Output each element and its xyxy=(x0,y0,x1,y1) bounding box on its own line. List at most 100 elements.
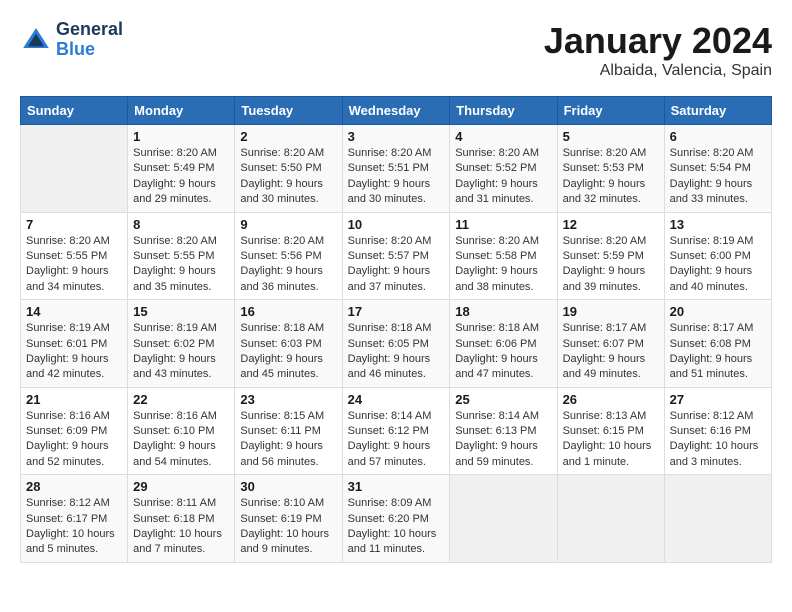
day-number: 12 xyxy=(563,217,659,232)
calendar-cell: 5 Sunrise: 8:20 AMSunset: 5:53 PMDaylight… xyxy=(557,125,664,213)
day-info: Sunrise: 8:20 AMSunset: 5:53 PMDaylight:… xyxy=(563,146,659,208)
day-info: Sunrise: 8:19 AMSunset: 6:00 PMDaylight:… xyxy=(670,234,766,296)
calendar-cell: 12 Sunrise: 8:20 AMSunset: 5:59 PMDayligh… xyxy=(557,212,664,300)
day-info: Sunrise: 8:16 AMSunset: 6:09 PMDaylight:… xyxy=(26,409,122,471)
day-number: 31 xyxy=(348,479,445,494)
calendar-cell xyxy=(557,475,664,563)
day-number: 28 xyxy=(26,479,122,494)
day-number: 10 xyxy=(348,217,445,232)
calendar-cell: 17 Sunrise: 8:18 AMSunset: 6:05 PMDayligh… xyxy=(342,300,450,388)
calendar-cell xyxy=(664,475,771,563)
day-number: 15 xyxy=(133,304,229,319)
day-info: Sunrise: 8:14 AMSunset: 6:12 PMDaylight:… xyxy=(348,409,445,471)
day-number: 9 xyxy=(240,217,336,232)
day-info: Sunrise: 8:15 AMSunset: 6:11 PMDaylight:… xyxy=(240,409,336,471)
day-info: Sunrise: 8:16 AMSunset: 6:10 PMDaylight:… xyxy=(133,409,229,471)
day-number: 6 xyxy=(670,129,766,144)
calendar-cell: 26 Sunrise: 8:13 AMSunset: 6:15 PMDayligh… xyxy=(557,387,664,475)
day-info: Sunrise: 8:20 AMSunset: 5:49 PMDaylight:… xyxy=(133,146,229,208)
calendar-week-row: 28 Sunrise: 8:12 AMSunset: 6:17 PMDayligh… xyxy=(21,475,772,563)
day-number: 29 xyxy=(133,479,229,494)
day-info: Sunrise: 8:13 AMSunset: 6:15 PMDaylight:… xyxy=(563,409,659,471)
calendar-cell: 6Sunrise: 8:20 AMSunset: 5:54 PMDaylight… xyxy=(664,125,771,213)
day-number: 18 xyxy=(455,304,551,319)
day-number: 26 xyxy=(563,392,659,407)
day-number: 3 xyxy=(348,129,445,144)
logo-text: General Blue xyxy=(56,20,123,60)
day-info: Sunrise: 8:20 AMSunset: 5:50 PMDaylight:… xyxy=(240,146,336,208)
day-info: Sunrise: 8:17 AMSunset: 6:07 PMDaylight:… xyxy=(563,321,659,383)
calendar-cell: 7 Sunrise: 8:20 AMSunset: 5:55 PMDaylight… xyxy=(21,212,128,300)
day-of-week-header: Saturday xyxy=(664,97,771,125)
day-info: Sunrise: 8:14 AMSunset: 6:13 PMDaylight:… xyxy=(455,409,551,471)
calendar-table: SundayMondayTuesdayWednesdayThursdayFrid… xyxy=(20,96,772,563)
day-info: Sunrise: 8:09 AMSunset: 6:20 PMDaylight:… xyxy=(348,496,445,558)
calendar-cell: 30 Sunrise: 8:10 AMSunset: 6:19 PMDayligh… xyxy=(235,475,342,563)
day-info: Sunrise: 8:11 AMSunset: 6:18 PMDaylight:… xyxy=(133,496,229,558)
day-info: Sunrise: 8:20 AMSunset: 5:55 PMDaylight:… xyxy=(133,234,229,296)
day-number: 16 xyxy=(240,304,336,319)
calendar-cell: 28 Sunrise: 8:12 AMSunset: 6:17 PMDayligh… xyxy=(21,475,128,563)
day-number: 20 xyxy=(670,304,766,319)
calendar-week-row: 21Sunrise: 8:16 AMSunset: 6:09 PMDayligh… xyxy=(21,387,772,475)
day-number: 4 xyxy=(455,129,551,144)
day-info: Sunrise: 8:20 AMSunset: 5:52 PMDaylight:… xyxy=(455,146,551,208)
calendar-cell xyxy=(21,125,128,213)
calendar-cell: 1Sunrise: 8:20 AMSunset: 5:49 PMDaylight… xyxy=(128,125,235,213)
day-number: 5 xyxy=(563,129,659,144)
calendar-cell: 21Sunrise: 8:16 AMSunset: 6:09 PMDayligh… xyxy=(21,387,128,475)
day-number: 17 xyxy=(348,304,445,319)
day-info: Sunrise: 8:20 AMSunset: 5:57 PMDaylight:… xyxy=(348,234,445,296)
day-number: 22 xyxy=(133,392,229,407)
day-number: 7 xyxy=(26,217,122,232)
day-number: 14 xyxy=(26,304,122,319)
calendar-cell: 18 Sunrise: 8:18 AMSunset: 6:06 PMDayligh… xyxy=(450,300,557,388)
day-info: Sunrise: 8:20 AMSunset: 5:55 PMDaylight:… xyxy=(26,234,122,296)
day-number: 25 xyxy=(455,392,551,407)
day-number: 19 xyxy=(563,304,659,319)
calendar-cell: 31 Sunrise: 8:09 AMSunset: 6:20 PMDayligh… xyxy=(342,475,450,563)
day-info: Sunrise: 8:20 AMSunset: 5:58 PMDaylight:… xyxy=(455,234,551,296)
day-of-week-header: Tuesday xyxy=(235,97,342,125)
day-info: Sunrise: 8:10 AMSunset: 6:19 PMDaylight:… xyxy=(240,496,336,558)
calendar-cell: 14 Sunrise: 8:19 AMSunset: 6:01 PMDayligh… xyxy=(21,300,128,388)
calendar-cell: 8 Sunrise: 8:20 AMSunset: 5:55 PMDaylight… xyxy=(128,212,235,300)
day-info: Sunrise: 8:18 AMSunset: 6:06 PMDaylight:… xyxy=(455,321,551,383)
day-number: 30 xyxy=(240,479,336,494)
day-info: Sunrise: 8:18 AMSunset: 6:05 PMDaylight:… xyxy=(348,321,445,383)
calendar-cell xyxy=(450,475,557,563)
day-info: Sunrise: 8:17 AMSunset: 6:08 PMDaylight:… xyxy=(670,321,766,383)
day-info: Sunrise: 8:12 AMSunset: 6:17 PMDaylight:… xyxy=(26,496,122,558)
calendar-cell: 27Sunrise: 8:12 AMSunset: 6:16 PMDayligh… xyxy=(664,387,771,475)
day-info: Sunrise: 8:19 AMSunset: 6:02 PMDaylight:… xyxy=(133,321,229,383)
calendar-cell: 3Sunrise: 8:20 AMSunset: 5:51 PMDaylight… xyxy=(342,125,450,213)
calendar-cell: 23Sunrise: 8:15 AMSunset: 6:11 PMDayligh… xyxy=(235,387,342,475)
calendar-cell: 13 Sunrise: 8:19 AMSunset: 6:00 PMDayligh… xyxy=(664,212,771,300)
day-info: Sunrise: 8:20 AMSunset: 5:59 PMDaylight:… xyxy=(563,234,659,296)
day-number: 24 xyxy=(348,392,445,407)
calendar-cell: 25 Sunrise: 8:14 AMSunset: 6:13 PMDayligh… xyxy=(450,387,557,475)
day-info: Sunrise: 8:19 AMSunset: 6:01 PMDaylight:… xyxy=(26,321,122,383)
day-of-week-header: Friday xyxy=(557,97,664,125)
day-of-week-header: Wednesday xyxy=(342,97,450,125)
logo-icon xyxy=(20,24,52,56)
day-of-week-header: Sunday xyxy=(21,97,128,125)
day-number: 27 xyxy=(670,392,766,407)
day-info: Sunrise: 8:20 AMSunset: 5:56 PMDaylight:… xyxy=(240,234,336,296)
calendar-header-row: SundayMondayTuesdayWednesdayThursdayFrid… xyxy=(21,97,772,125)
calendar-cell: 10 Sunrise: 8:20 AMSunset: 5:57 PMDayligh… xyxy=(342,212,450,300)
day-number: 11 xyxy=(455,217,551,232)
title-block: January 2024 Albaida, Valencia, Spain xyxy=(544,20,772,80)
day-of-week-header: Thursday xyxy=(450,97,557,125)
calendar-week-row: 14 Sunrise: 8:19 AMSunset: 6:01 PMDayligh… xyxy=(21,300,772,388)
logo: General Blue xyxy=(20,20,123,60)
calendar-cell: 24 Sunrise: 8:14 AMSunset: 6:12 PMDayligh… xyxy=(342,387,450,475)
day-number: 8 xyxy=(133,217,229,232)
calendar-cell: 16Sunrise: 8:18 AMSunset: 6:03 PMDayligh… xyxy=(235,300,342,388)
day-number: 2 xyxy=(240,129,336,144)
calendar-cell: 29 Sunrise: 8:11 AMSunset: 6:18 PMDayligh… xyxy=(128,475,235,563)
day-number: 13 xyxy=(670,217,766,232)
calendar-cell: 2 Sunrise: 8:20 AMSunset: 5:50 PMDaylight… xyxy=(235,125,342,213)
day-of-week-header: Monday xyxy=(128,97,235,125)
calendar-week-row: 1Sunrise: 8:20 AMSunset: 5:49 PMDaylight… xyxy=(21,125,772,213)
